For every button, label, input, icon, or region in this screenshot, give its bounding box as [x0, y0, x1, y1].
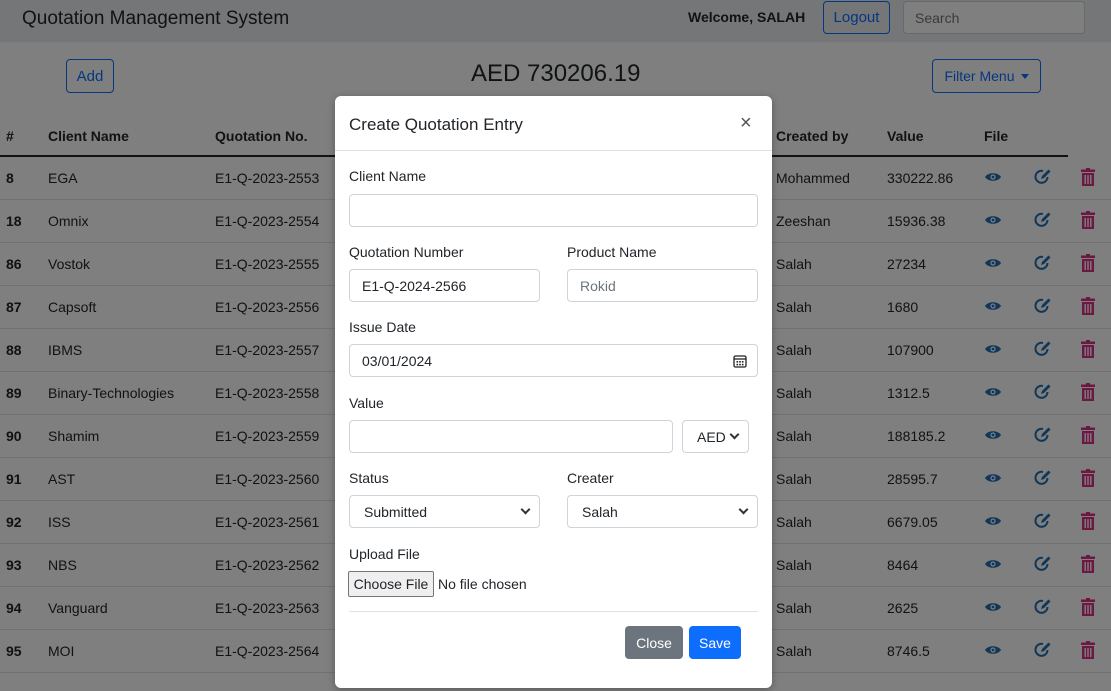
creater-label: Creater — [567, 470, 614, 486]
value-input[interactable] — [349, 420, 673, 453]
calendar-icon[interactable] — [733, 354, 747, 368]
creater-selected: Salah — [582, 503, 618, 520]
product-name-input[interactable]: Rokid — [567, 269, 758, 302]
client-name-label: Client Name — [349, 168, 427, 184]
close-icon[interactable]: × — [740, 112, 752, 135]
choose-file-button[interactable]: Choose File — [348, 571, 434, 597]
modal-divider — [335, 150, 772, 151]
create-quotation-modal: Create Quotation Entry × Client Name Quo… — [335, 96, 772, 688]
chevron-down-icon — [729, 429, 740, 440]
product-name-label: Product Name — [567, 244, 657, 260]
modal-footer-divider — [349, 611, 758, 612]
chevron-down-icon — [520, 504, 531, 515]
status-selected: Submitted — [364, 503, 428, 520]
no-file-text: No file chosen — [438, 576, 527, 592]
chevron-down-icon — [738, 504, 749, 515]
modal-title: Create Quotation Entry — [349, 115, 523, 134]
issue-date-input[interactable]: 03/01/2024 — [349, 344, 758, 377]
creater-select[interactable]: Salah — [567, 495, 758, 528]
currency-selected: AED — [697, 428, 726, 445]
issue-date-label: Issue Date — [349, 319, 416, 335]
currency-select[interactable]: AED — [682, 420, 749, 453]
issue-date-value: 03/01/2024 — [362, 352, 433, 369]
quotation-number-label: Quotation Number — [349, 244, 464, 260]
status-select[interactable]: Submitted — [349, 495, 540, 528]
quotation-number-input[interactable]: E1-Q-2024-2566 — [349, 269, 540, 302]
client-name-input[interactable] — [349, 194, 758, 227]
upload-file-label: Upload File — [349, 546, 420, 562]
value-label: Value — [349, 395, 384, 411]
status-label: Status — [349, 470, 389, 486]
close-button[interactable]: Close — [625, 626, 683, 659]
save-button[interactable]: Save — [689, 626, 741, 659]
